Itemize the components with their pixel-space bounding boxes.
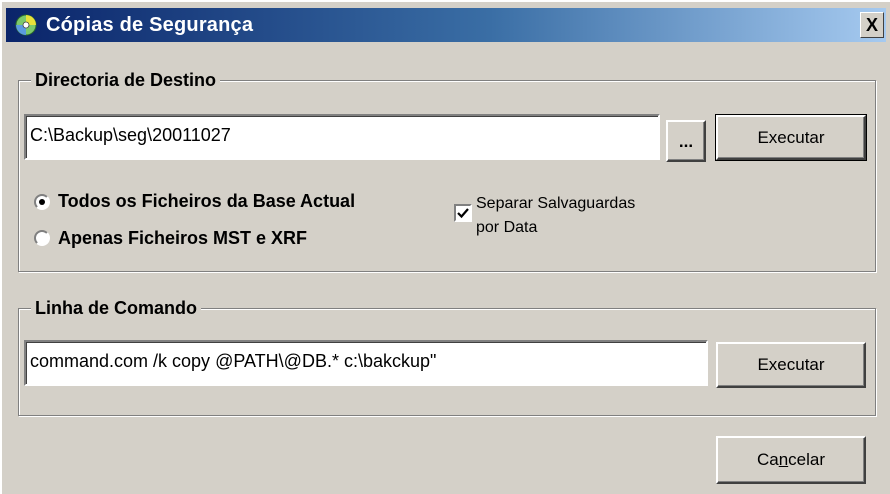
checkmark-icon [457,208,469,219]
radio-selected-dot [39,199,45,205]
destination-path-field[interactable]: C:\Backup\seg\20011027 [24,114,660,160]
command-line-group-label: Linha de Comando [31,296,201,320]
separate-by-date-label[interactable]: Separar Salvaguardas por Data [476,194,635,238]
window-title: Cópias de Segurança [46,14,254,36]
separate-by-date-label-line1: Separar Salvaguardas [476,195,636,212]
destination-group-label: Directoria de Destino [31,68,221,92]
cancel-button-label: Cancelar [756,450,826,469]
command-line-field[interactable]: command.com /k copy @PATH\@DB.* c:\bakck… [24,340,708,386]
destination-execute-label: Executar [757,128,825,147]
close-button[interactable]: X [860,12,884,38]
browse-button[interactable]: ... [666,120,706,162]
radio-mst-xrf-label[interactable]: Apenas Ficheiros MST e XRF [58,226,307,250]
radio-all-files-label[interactable]: Todos os Ficheiros da Base Actual [58,189,355,213]
command-execute-label: Executar [757,355,825,374]
backup-disc-icon [15,14,37,36]
backup-dialog: Cópias de Segurança X Directoria de Dest… [0,0,890,494]
radio-mst-xrf[interactable] [34,230,50,246]
destination-execute-button[interactable]: Executar [715,114,867,161]
browse-button-label: ... [678,132,694,151]
radio-all-files[interactable] [34,194,50,210]
cancel-button[interactable]: Cancelar [716,436,866,484]
separate-by-date-checkbox[interactable] [454,204,472,222]
separate-by-date-label-line2: por Data [476,219,538,236]
command-execute-button[interactable]: Executar [716,342,866,388]
title-bar[interactable]: Cópias de Segurança X [6,8,886,42]
